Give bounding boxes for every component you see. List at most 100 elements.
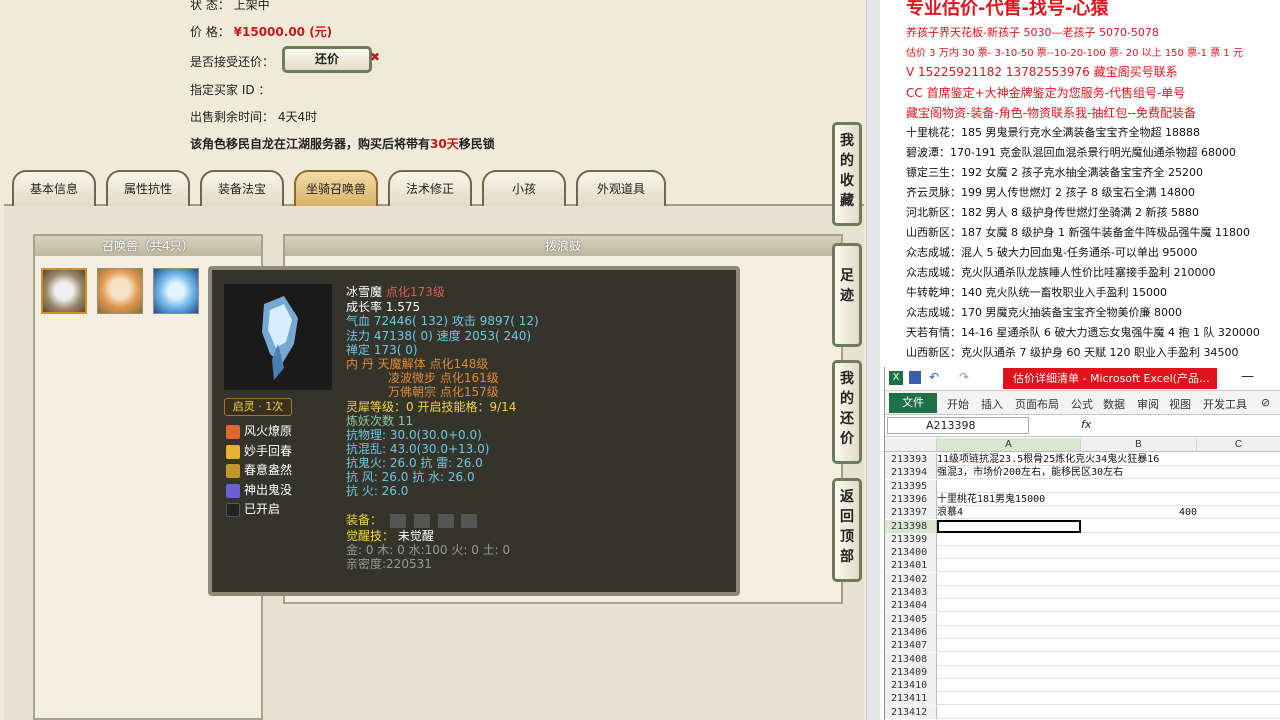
cell-a[interactable]: 浪慕4 [937,506,963,519]
row-number[interactable]: 213407 [885,639,937,653]
cell-b[interactable] [1081,613,1197,626]
tab-appearance[interactable]: 外观道具 [576,170,666,206]
row-number[interactable]: 213395 [885,479,937,493]
cell-b[interactable] [1081,692,1197,705]
cell-b[interactable] [1081,533,1197,546]
row-number[interactable]: 213405 [885,612,937,626]
row-number[interactable]: 213409 [885,665,937,679]
cell-b[interactable] [1081,679,1197,692]
table-row[interactable]: 213406 [885,625,1280,639]
summon-avatar-2[interactable] [97,268,143,314]
cell-b[interactable] [1081,599,1197,612]
table-row[interactable]: 213398 [885,519,1280,533]
spreadsheet-grid[interactable]: A B C 213393 11级项链抗混23.5根骨25炼化克火34鬼火狂暴16 2… [885,438,1280,720]
skill-row-5[interactable]: 已开启 [226,500,280,517]
skill-row-2[interactable]: 妙手回春 [226,442,292,459]
row-number[interactable]: 213401 [885,559,937,573]
row-number[interactable]: 213412 [885,705,937,719]
row-number[interactable]: 213397 [885,506,937,520]
cell-b[interactable] [1081,653,1197,666]
table-row[interactable]: 213393 11级项链抗混23.5根骨25炼化克火34鬼火狂暴16 [885,453,1280,466]
cell-b[interactable]: 400 [1081,506,1197,519]
my-offers-button[interactable]: 我的还价 [832,360,862,464]
row-number[interactable]: 213406 [885,625,937,639]
table-row[interactable]: 213399 [885,532,1280,546]
cell-b[interactable] [1081,493,1197,506]
save-icon[interactable] [909,371,921,384]
undo-icon[interactable]: ↶ [929,370,939,384]
row-number[interactable]: 213403 [885,586,937,599]
summon-avatar-1[interactable] [41,268,87,314]
help-icon[interactable]: ⊘ [1261,396,1270,409]
menu-formulas[interactable]: 公式 [1071,396,1093,412]
tab-children[interactable]: 小孩 [482,170,566,206]
file-tab[interactable]: 文件 [889,393,937,413]
row-number[interactable]: 213399 [885,532,937,546]
menu-insert[interactable]: 插入 [981,396,1003,412]
equip-slot-2[interactable] [413,513,430,528]
function-icon[interactable]: fx [1081,418,1091,431]
tab-basic-info[interactable]: 基本信息 [12,170,96,206]
close-icon[interactable]: ✖ [370,50,380,64]
cell-b[interactable] [1081,666,1197,679]
column-header-a[interactable]: A [937,438,1081,452]
table-row[interactable]: 213400 [885,546,1280,560]
menu-view[interactable]: 视图 [1169,396,1191,412]
column-header-b[interactable]: B [1081,438,1197,452]
tab-mounts-summons[interactable]: 坐骑召唤兽 [294,170,378,206]
row-number[interactable]: 213398 [885,519,937,533]
row-number[interactable]: 213402 [885,572,937,586]
cell-b[interactable] [1081,639,1197,652]
minimize-icon[interactable]: — [1241,369,1254,384]
menu-page-layout[interactable]: 页面布局 [1015,396,1059,412]
skill-row-3[interactable]: 春意盎然 [226,461,292,478]
menu-developer[interactable]: 开发工具 [1203,396,1247,412]
summon-avatar-3[interactable] [153,268,199,314]
table-row[interactable]: 213402 [885,572,1280,586]
menu-data[interactable]: 数据 [1103,396,1125,412]
row-number[interactable]: 213394 [885,466,937,480]
cell-b[interactable] [1081,573,1197,586]
cell-b[interactable] [1081,559,1197,572]
cell-b[interactable] [1081,706,1197,719]
table-row[interactable]: 213394 强混3，市场价200左右，能移民区30左右 [885,466,1280,480]
skill-row-4[interactable]: 神出鬼没 [226,481,292,498]
equip-slot-1[interactable] [389,513,406,528]
cell-a[interactable]: 十里桃花181男鬼15000 [937,493,1045,506]
menu-review[interactable]: 审阅 [1137,396,1159,412]
table-row[interactable]: 213401 [885,559,1280,573]
row-number[interactable]: 213393 [885,453,937,466]
redo-icon[interactable]: ↷ [959,370,969,384]
equip-slot-3[interactable] [437,513,454,528]
table-row[interactable]: 213407 [885,639,1280,653]
row-number[interactable]: 213396 [885,492,937,506]
row-number[interactable]: 213400 [885,546,937,560]
table-row[interactable]: 213403 [885,586,1280,599]
corner-header[interactable] [885,438,937,452]
table-row[interactable]: 213404 [885,599,1280,613]
tab-attributes[interactable]: 属性抗性 [106,170,190,206]
table-row[interactable]: 213412 [885,705,1280,719]
cell-b[interactable] [1081,466,1197,479]
back-to-top-button[interactable]: 返回顶部 [832,478,862,582]
table-row[interactable]: 213410 [885,679,1280,693]
cell-b[interactable] [1081,480,1197,493]
column-header-c[interactable]: C [1197,438,1280,452]
row-number[interactable]: 213404 [885,599,937,613]
tab-spells[interactable]: 法术修正 [388,170,472,206]
cell-b[interactable] [1081,520,1197,533]
row-number[interactable]: 213411 [885,692,937,706]
cell-b[interactable] [1081,586,1197,599]
haggle-button[interactable]: 还价 [282,46,372,73]
row-number[interactable]: 213408 [885,652,937,666]
selected-cell[interactable] [937,519,1081,533]
table-row[interactable]: 213408 [885,652,1280,666]
skill-row-1[interactable]: 风火燎原 [226,422,292,439]
row-number[interactable]: 213410 [885,679,937,693]
cell-b[interactable] [1081,546,1197,559]
my-favorites-button[interactable]: 我的收藏 [832,122,862,226]
menu-home[interactable]: 开始 [947,396,969,412]
page-scrollbar[interactable] [866,0,880,720]
table-row[interactable]: 213396 十里桃花181男鬼15000 [885,492,1280,506]
tab-equipment[interactable]: 装备法宝 [200,170,284,206]
